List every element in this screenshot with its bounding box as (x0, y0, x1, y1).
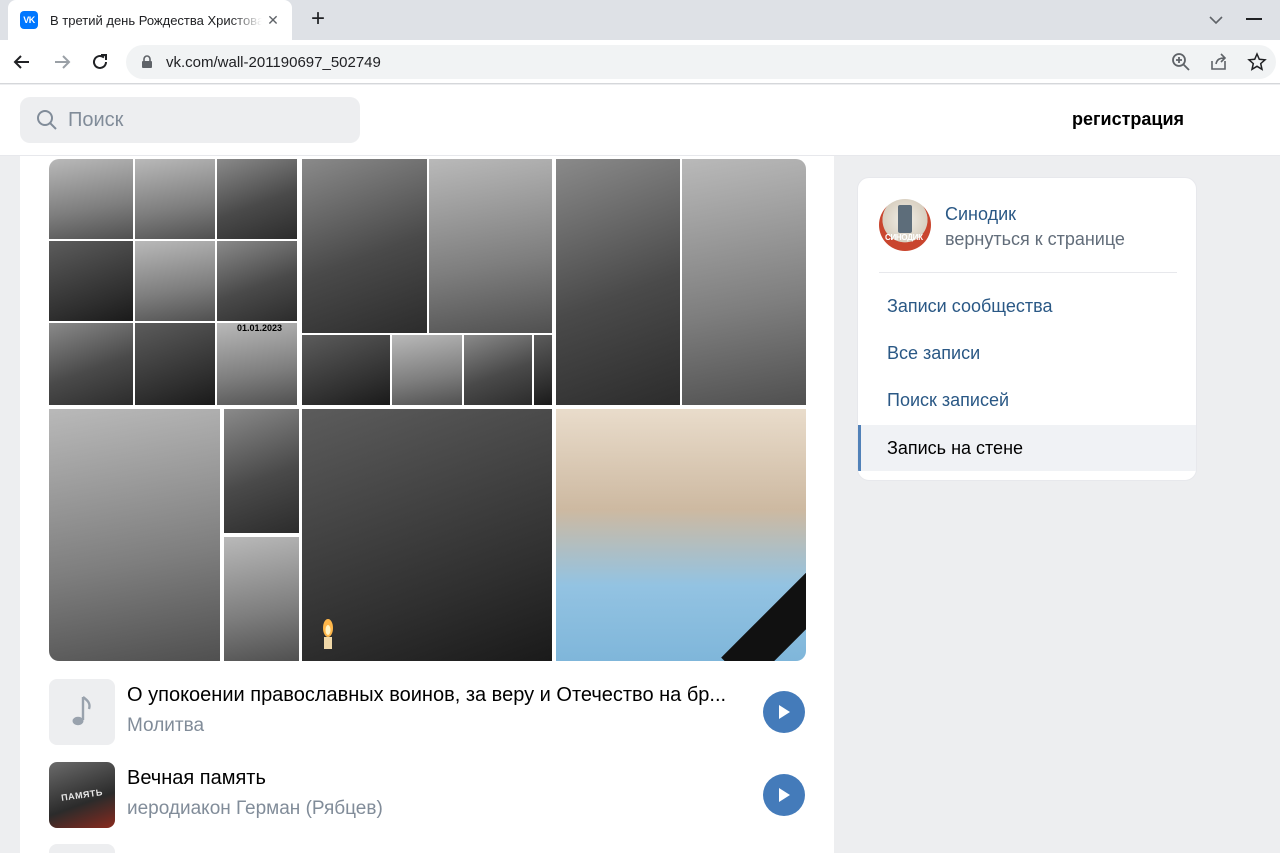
search-icon (37, 110, 57, 130)
gallery-photo[interactable] (464, 335, 532, 405)
play-icon (779, 788, 790, 802)
url-text: vk.com/wall-201190697_502749 (166, 53, 381, 71)
audio-artist[interactable]: Молитва (127, 715, 204, 737)
search-input[interactable] (68, 108, 328, 132)
gallery-photo[interactable] (556, 409, 806, 661)
play-button[interactable] (763, 774, 805, 816)
address-bar[interactable]: vk.com/wall-201190697_502749 (126, 45, 1276, 79)
vk-header: регистрация (0, 85, 1280, 156)
gallery-photo[interactable] (217, 159, 297, 239)
gallery-photo[interactable] (302, 335, 390, 405)
tab-title: В третий день Рождества Христова (50, 12, 262, 28)
gallery-photo[interactable] (49, 241, 133, 321)
gallery-photo[interactable] (135, 323, 215, 405)
gallery-photo[interactable] (224, 409, 299, 533)
sidebar-item-community-posts[interactable]: Записи сообщества (858, 283, 1196, 329)
divider (879, 272, 1177, 273)
play-icon (779, 705, 790, 719)
audio-cover: ПАМЯТЬ (49, 762, 115, 828)
zoom-icon[interactable] (1170, 51, 1192, 73)
audio-item[interactable]: ПАМЯТЬ Вечная память иеродиакон Герман (… (49, 762, 806, 828)
gallery-photo[interactable] (49, 323, 133, 405)
gallery-photo[interactable] (302, 159, 427, 333)
tab-close-icon[interactable]: ✕ (264, 11, 282, 29)
gallery-photo[interactable] (534, 335, 552, 405)
mourning-ribbon (721, 516, 806, 661)
avatar-text: СИНОДИК (885, 233, 923, 242)
browser-tab-bar: VK В третий день Рождества Христова ✕ + (0, 0, 1280, 40)
gallery-photo[interactable] (682, 159, 806, 405)
back-to-page-link[interactable]: вернуться к странице (945, 229, 1125, 250)
audio-title: Вечная память (127, 767, 266, 789)
sidebar-card: СИНОДИК Синодик вернуться к странице Зап… (857, 177, 1197, 481)
owner-name-link[interactable]: Синодик (945, 204, 1016, 225)
sidebar-item-search-posts[interactable]: Поиск записей (858, 377, 1196, 423)
sidebar-item-all-posts[interactable]: Все записи (858, 330, 1196, 376)
forward-button[interactable] (48, 48, 76, 76)
gallery-photo[interactable] (135, 241, 215, 321)
audio-item[interactable]: О упокоении православных воинов, за веру… (49, 679, 806, 745)
gallery-photo[interactable] (302, 409, 552, 661)
gallery-photo[interactable] (556, 159, 680, 405)
tab-search-chevron-icon[interactable] (1204, 8, 1228, 32)
new-tab-button[interactable]: + (304, 6, 332, 34)
browser-toolbar: vk.com/wall-201190697_502749 (0, 40, 1280, 84)
browser-tab[interactable]: VK В третий день Рождества Христова ✕ (8, 0, 292, 40)
gallery-photo[interactable] (217, 241, 297, 321)
audio-artist[interactable]: иеродиакон Герман (Рябцев) (127, 798, 383, 820)
sidebar-item-wall-post[interactable]: Запись на стене (858, 425, 1196, 471)
audio-thumb-partial (49, 844, 115, 853)
vk-favicon-icon: VK (20, 11, 38, 29)
cover-text: ПАМЯТЬ (60, 787, 104, 803)
gallery-photo[interactable] (135, 159, 215, 239)
window-minimize-icon[interactable] (1246, 18, 1262, 20)
photo-gallery: 01.01.2023 (49, 159, 806, 661)
photo-date-stamp: 01.01.2023 (237, 323, 283, 333)
gallery-photo[interactable] (224, 537, 299, 661)
back-button[interactable] (8, 48, 36, 76)
gallery-photo[interactable] (429, 159, 552, 333)
register-link[interactable]: регистрация (1072, 109, 1184, 130)
audio-thumb (49, 679, 115, 745)
play-button[interactable] (763, 691, 805, 733)
search-box[interactable] (20, 97, 360, 143)
gallery-photo[interactable]: 01.01.2023 (217, 323, 297, 405)
gallery-photo[interactable] (49, 409, 220, 661)
lock-icon (142, 55, 152, 68)
reload-button[interactable] (86, 48, 114, 76)
gallery-photo[interactable] (49, 159, 133, 239)
candle-icon (323, 619, 333, 649)
music-note-icon (72, 696, 91, 726)
bookmark-star-icon[interactable] (1246, 51, 1268, 73)
post-card: 01.01.2023 О упокоении православных воин… (20, 156, 834, 853)
avatar[interactable]: СИНОДИК (879, 199, 931, 251)
gallery-photo[interactable] (392, 335, 462, 405)
audio-title: О упокоении православных воинов, за веру… (127, 684, 727, 706)
share-icon[interactable] (1208, 51, 1230, 73)
